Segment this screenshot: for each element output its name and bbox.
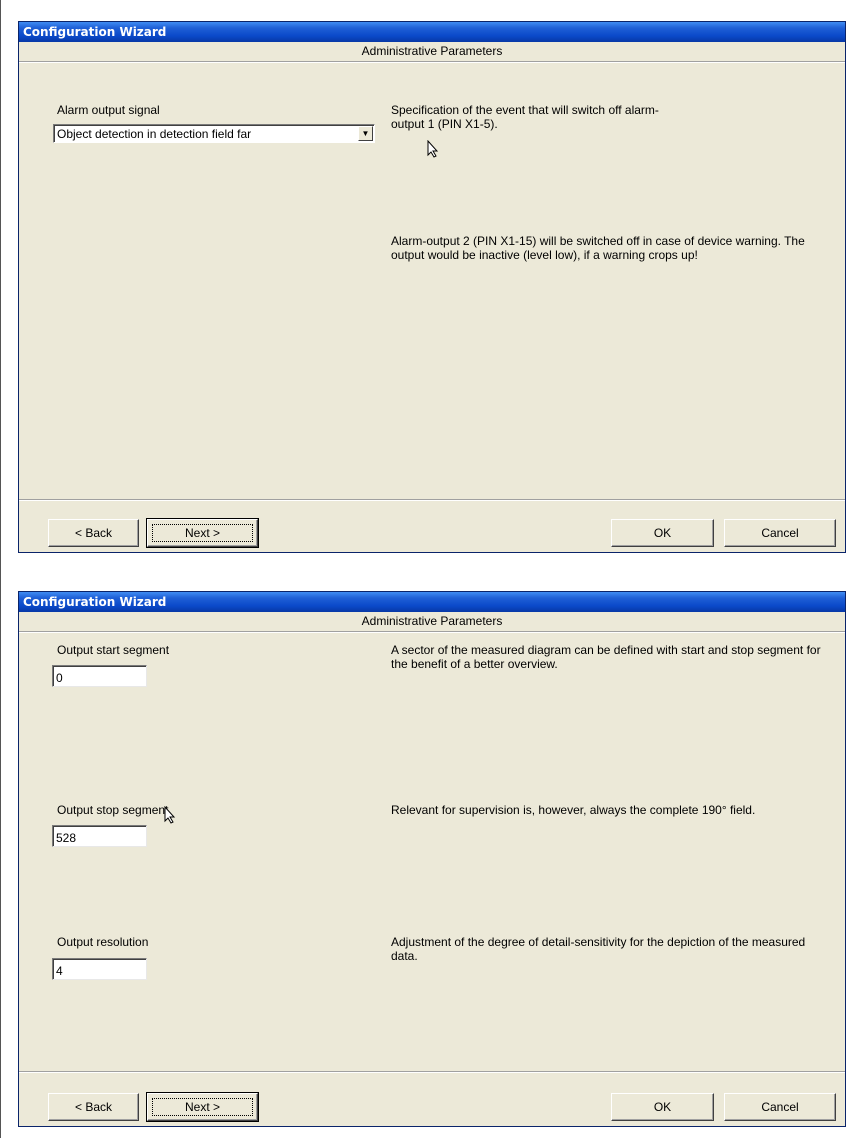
supervision-description: Relevant for supervision is, however, al… xyxy=(391,803,756,817)
back-button[interactable]: < Back xyxy=(48,519,139,547)
alarm-output-signal-select[interactable]: Object detection in detection field far … xyxy=(53,124,375,143)
output-stop-segment-input[interactable]: 528 xyxy=(52,825,147,847)
output-resolution-label: Output resolution xyxy=(57,935,149,949)
focus-rect xyxy=(152,1098,253,1116)
next-button[interactable]: Next > xyxy=(146,1092,259,1122)
mouse-pointer-icon xyxy=(427,140,439,158)
alarm-output-1-description: Specification of the event that will swi… xyxy=(391,103,659,131)
output-start-segment-input[interactable]: 0 xyxy=(52,665,147,687)
segment-description: A sector of the measured diagram can be … xyxy=(391,643,821,671)
window-title: Configuration Wizard xyxy=(19,22,845,42)
section-header: Administrative Parameters xyxy=(19,42,845,62)
bottom-divider xyxy=(19,499,845,500)
resolution-description: Adjustment of the degree of detail-sensi… xyxy=(391,935,806,963)
alarm-output-2-description: Alarm-output 2 (PIN X1-15) will be switc… xyxy=(391,234,805,262)
left-border-line xyxy=(0,0,1,1138)
cancel-button[interactable]: Cancel xyxy=(724,519,836,547)
ok-button[interactable]: OK xyxy=(611,1093,714,1121)
next-button[interactable]: Next > xyxy=(146,518,259,548)
alarm-output-signal-value: Object detection in detection field far xyxy=(57,127,252,141)
configuration-wizard-alarm: Configuration Wizard Administrative Para… xyxy=(18,21,846,553)
configuration-wizard-output: Configuration Wizard Administrative Para… xyxy=(18,591,846,1127)
output-start-segment-label: Output start segment xyxy=(57,643,170,657)
alarm-output-signal-label: Alarm output signal xyxy=(57,103,160,117)
back-button[interactable]: < Back xyxy=(48,1093,139,1121)
output-resolution-input[interactable]: 4 xyxy=(52,958,147,980)
cancel-button[interactable]: Cancel xyxy=(724,1093,836,1121)
focus-rect xyxy=(152,524,253,542)
chevron-down-icon[interactable]: ▼ xyxy=(358,126,373,141)
mouse-pointer-icon xyxy=(164,806,176,824)
output-stop-segment-label: Output stop segment xyxy=(57,803,169,817)
section-header: Administrative Parameters xyxy=(19,612,845,632)
window-title: Configuration Wizard xyxy=(19,592,845,612)
ok-button[interactable]: OK xyxy=(611,519,714,547)
bottom-divider xyxy=(19,1071,845,1072)
